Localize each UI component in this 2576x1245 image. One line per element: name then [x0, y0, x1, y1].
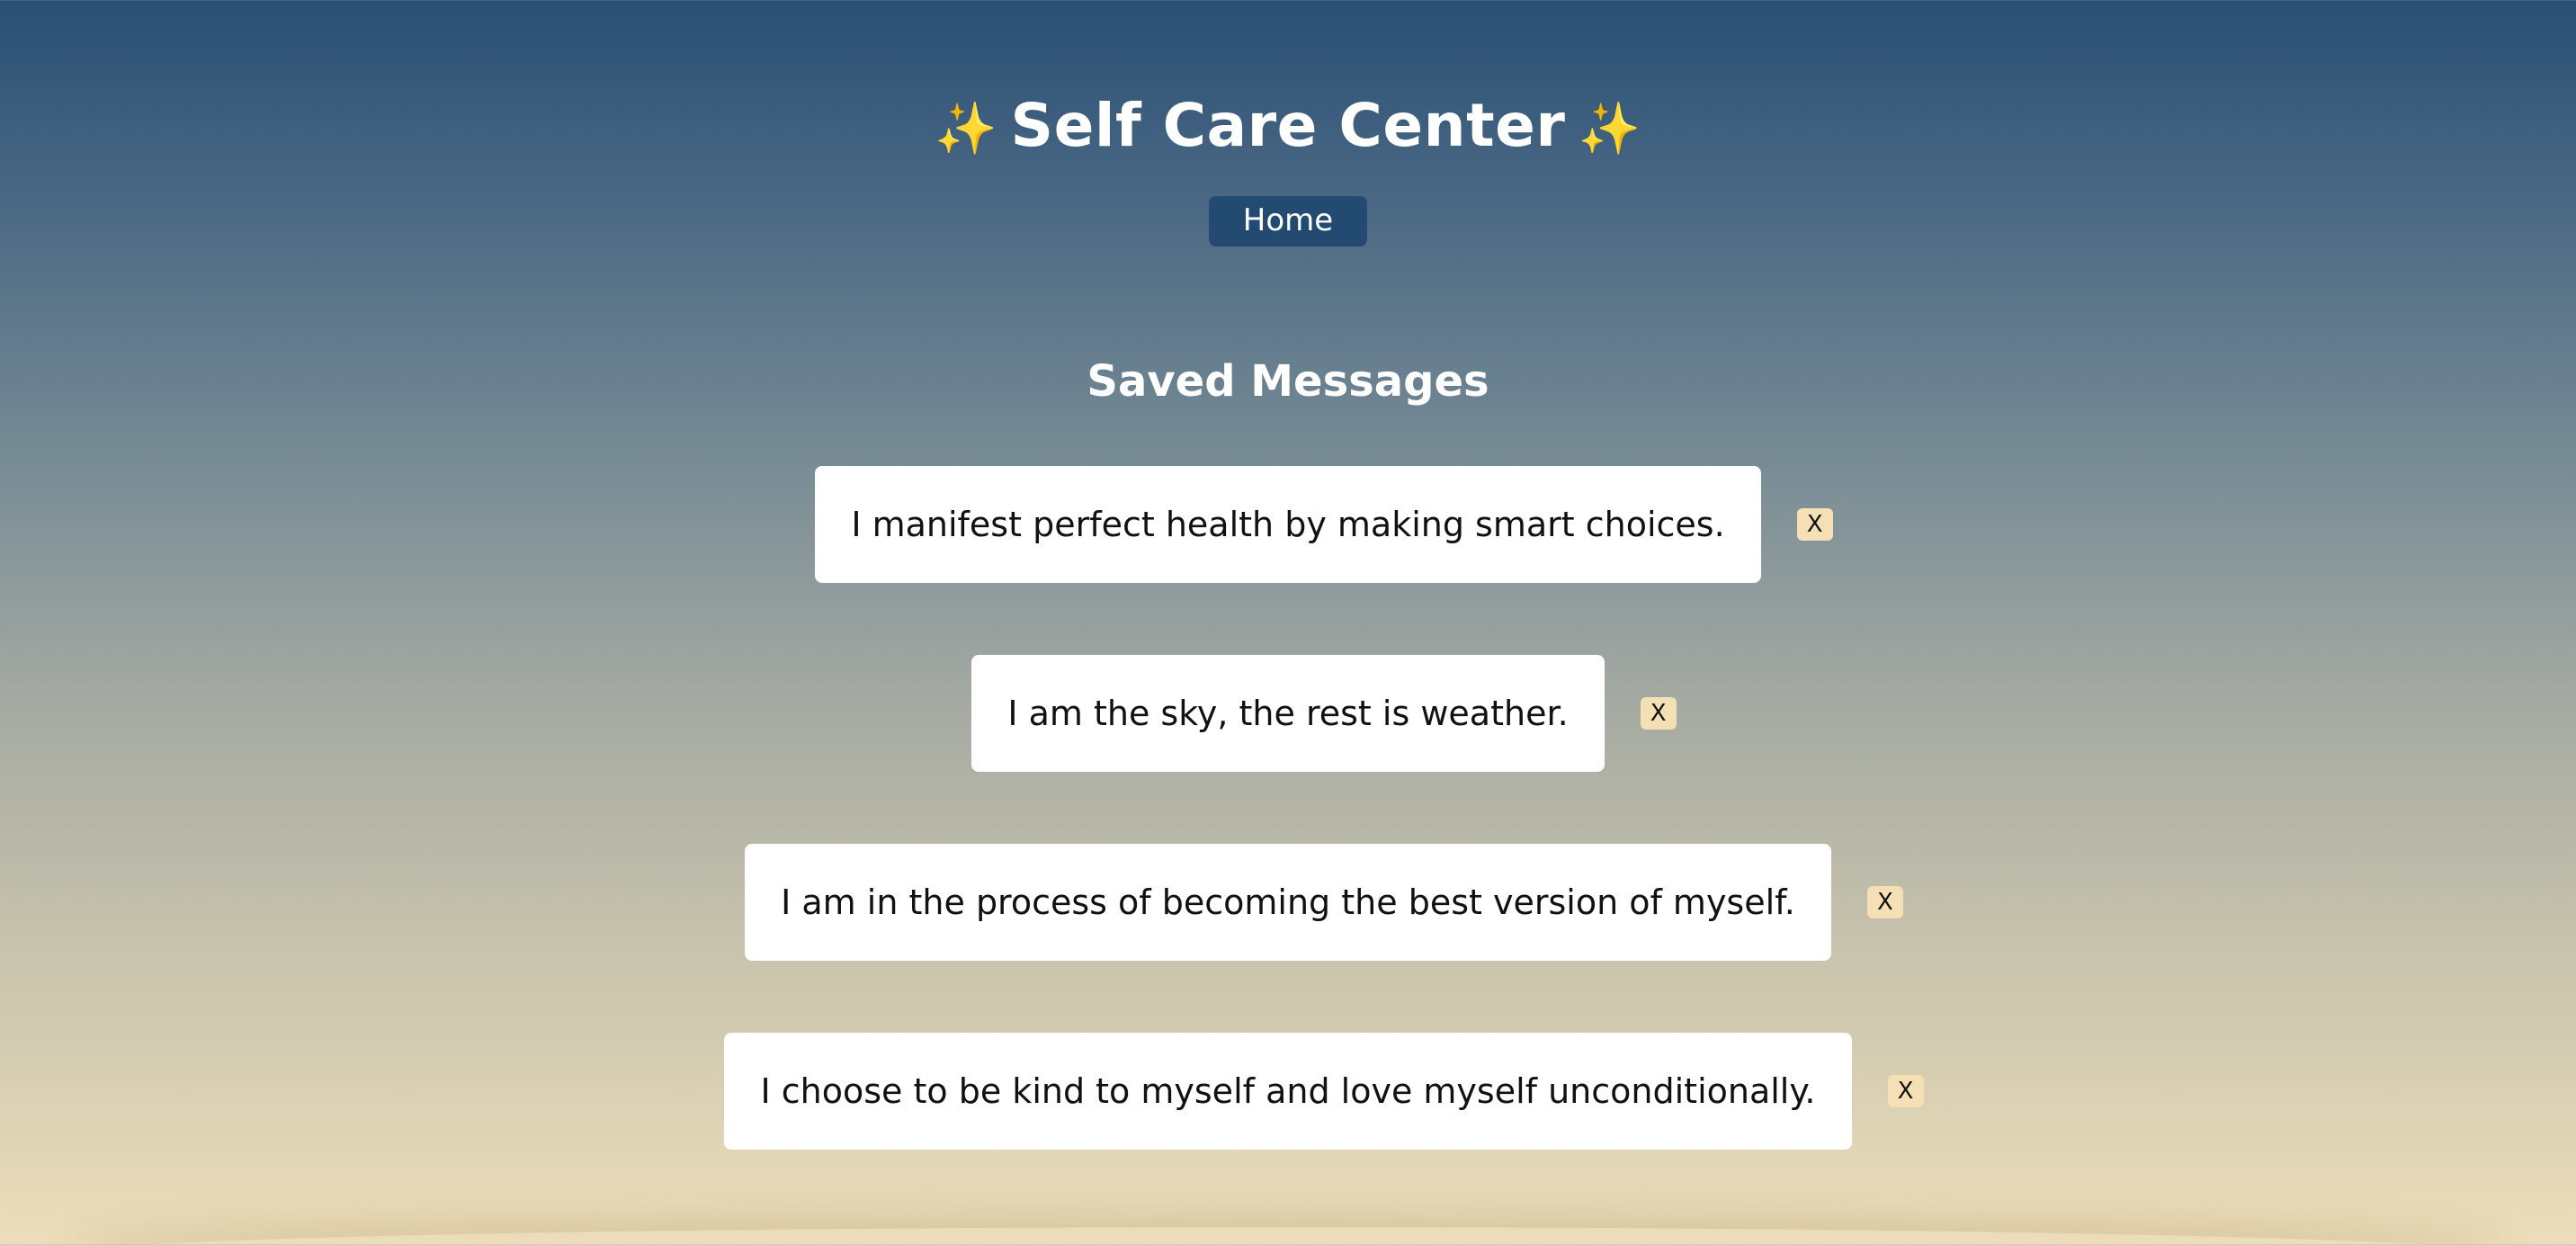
home-button[interactable]: Home: [1208, 196, 1368, 246]
page-header: ✨ Self Care Center ✨ Home: [0, 0, 2576, 246]
delete-message-button[interactable]: X: [1866, 886, 1903, 918]
delete-message-button[interactable]: X: [1887, 1075, 1924, 1107]
list-item: I am in the process of becoming the best…: [0, 844, 2576, 961]
page-title: ✨ Self Care Center ✨: [0, 90, 2576, 166]
saved-messages-title: Saved Messages: [1087, 356, 1489, 407]
delete-message-button[interactable]: X: [1640, 697, 1677, 730]
list-item: I manifest perfect health by making smar…: [0, 466, 2576, 583]
message-card: I manifest perfect health by making smar…: [815, 466, 1761, 583]
saved-messages-section: Saved Messages I manifest perfect health…: [0, 354, 2576, 1150]
list-item: I am the sky, the rest is weather. X: [0, 655, 2576, 772]
message-card: I choose to be kind to myself and love m…: [724, 1033, 1852, 1150]
saved-messages-list: I manifest perfect health by making smar…: [0, 466, 2576, 1150]
page-title-text: Self Care Center: [1010, 91, 1566, 160]
sparkle-icon-right: ✨: [1578, 100, 1641, 158]
delete-message-button[interactable]: X: [1796, 508, 1833, 541]
main-nav: Home: [0, 196, 2576, 246]
footer-shadow: [72, 1227, 2504, 1245]
sparkle-icon-left: ✨: [935, 100, 998, 158]
message-card: I am in the process of becoming the best…: [745, 844, 1831, 961]
message-card: I am the sky, the rest is weather.: [971, 655, 1605, 772]
list-item: I choose to be kind to myself and love m…: [0, 1033, 2576, 1150]
